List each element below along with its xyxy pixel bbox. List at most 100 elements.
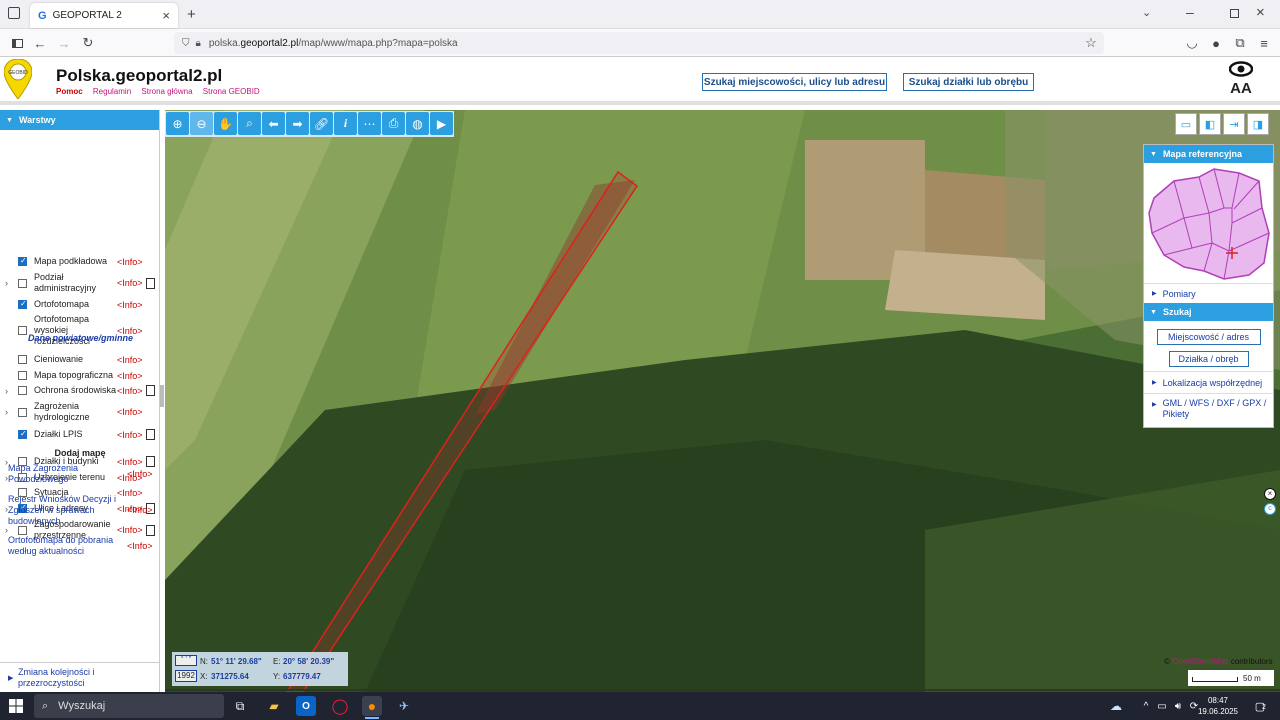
pocket-icon[interactable]: ◡ xyxy=(1183,34,1201,52)
map-view[interactable] xyxy=(165,110,1280,692)
search-address-button[interactable]: Szukaj miejscowości, ulicy lub adresu xyxy=(702,73,887,91)
degree-format-button[interactable]: ° ' " xyxy=(175,655,197,666)
close-window-icon[interactable]: × xyxy=(1256,4,1265,21)
add-map-ortho-info[interactable]: <Info> xyxy=(127,541,153,551)
info-icon[interactable]: i xyxy=(334,112,357,135)
file-explorer-icon[interactable]: ▰ xyxy=(264,696,284,716)
account-icon[interactable]: ● xyxy=(1207,34,1225,52)
home-link[interactable]: Strona główna xyxy=(141,87,192,96)
font-size-toggle[interactable]: AA xyxy=(1228,80,1254,98)
app-icon[interactable]: ✈ xyxy=(394,696,414,716)
layer-row[interactable]: Działki LPIS <Info> xyxy=(0,428,159,441)
expand-arrow-icon[interactable]: › xyxy=(5,386,8,396)
place-address-button[interactable]: Miejscowość / adres xyxy=(1156,329,1261,345)
system-clock[interactable]: 08:47 19.06.2025 xyxy=(1196,695,1240,717)
help-link[interactable]: Pomoc xyxy=(56,87,83,96)
print-icon[interactable]: ⎙ xyxy=(382,112,405,135)
geobid-logo-icon[interactable]: GEOBID xyxy=(4,59,32,99)
globe-icon[interactable]: ◍ xyxy=(406,112,429,135)
layer-row[interactable]: › Zagrożenia hydrologiczne <Info> xyxy=(0,401,159,423)
zoom-in-icon[interactable]: ⊕ xyxy=(166,112,189,135)
layer-info-link[interactable]: <Info> xyxy=(117,457,143,467)
reference-map-header[interactable]: ▼ Mapa referencyjna xyxy=(1144,145,1273,163)
layer-checkbox[interactable] xyxy=(18,407,27,417)
forward-icon[interactable]: → xyxy=(55,34,73,52)
panel-resize-handle[interactable] xyxy=(160,385,164,407)
opera-icon[interactable]: ◯ xyxy=(330,696,350,716)
minimize-icon[interactable]: – xyxy=(1186,4,1194,20)
layer-info-link[interactable]: <Info> xyxy=(117,430,143,440)
layer-checkbox[interactable] xyxy=(18,371,27,380)
geobid-link[interactable]: Strona GEOBID xyxy=(203,87,260,96)
layer-checkbox[interactable] xyxy=(18,355,27,364)
layer-order-link[interactable]: ▶ Zmiana kolejności i przezroczystości xyxy=(0,662,159,692)
layer-row[interactable]: Ortofotomapa <Info> xyxy=(0,298,159,311)
bookmark-star-icon[interactable]: ☆ xyxy=(1082,34,1100,52)
document-icon[interactable] xyxy=(146,524,155,536)
taskbar-search[interactable]: ⌕ Wyszukaj xyxy=(34,694,224,718)
osm-link[interactable]: OpenStreetMap xyxy=(1172,657,1228,666)
weather-icon[interactable]: ☁ xyxy=(1106,696,1126,716)
address-bar[interactable]: ⛉ 🔒︎ polska. geoportal2.pl/map/www/mapa.p… xyxy=(174,32,1104,54)
zoom-out-icon[interactable]: ⊖ xyxy=(190,112,213,135)
add-map-ortho[interactable]: Ortofotomapa do pobrania według aktualno… xyxy=(8,535,118,557)
layout-top-icon[interactable]: ▭ xyxy=(1175,113,1197,135)
parcel-button[interactable]: Działka / obręb xyxy=(1168,351,1249,367)
close-tab-icon[interactable]: × xyxy=(162,8,170,23)
add-map-flood[interactable]: Mapa Zagrożenia Powodziowego xyxy=(8,463,118,485)
browser-tab[interactable]: G GEOPORTAL 2 × xyxy=(30,3,178,28)
layer-info-link[interactable]: <Info> xyxy=(117,386,143,396)
layer-info-link[interactable]: <Info> xyxy=(117,257,143,267)
layer-checkbox[interactable] xyxy=(18,278,27,288)
coordinate-system-button[interactable]: 1992 xyxy=(175,670,197,682)
measure-ruler-icon[interactable]: ⋯ xyxy=(358,112,381,135)
gml-item[interactable]: ▶ GML / WFS / DXF / GPX / Pikiety xyxy=(1144,393,1273,423)
layer-checkbox[interactable] xyxy=(18,429,27,439)
add-map-flood-info[interactable]: <Info> xyxy=(127,469,153,479)
layer-row[interactable]: › Ochrona środowiska <Info> xyxy=(0,384,159,397)
layer-info-link[interactable]: <Info> xyxy=(117,488,143,498)
layer-info-link[interactable]: <Info> xyxy=(117,355,143,365)
search-header[interactable]: ▼ Szukaj xyxy=(1144,303,1273,321)
coordinate-location-item[interactable]: ▶ Lokalizacja współrzędnej xyxy=(1144,371,1273,393)
zoom-extent-icon[interactable]: ⌕ xyxy=(238,112,261,135)
link-icon[interactable]: 🔗︎ xyxy=(310,112,333,135)
close-circle-icon[interactable]: × xyxy=(1264,488,1276,500)
expand-arrow-icon[interactable]: › xyxy=(5,278,8,288)
chevron-down-icon[interactable]: ⌄ xyxy=(1142,6,1151,19)
outlook-icon[interactable]: O xyxy=(296,696,316,716)
layer-checkbox[interactable] xyxy=(18,299,27,309)
document-icon[interactable] xyxy=(146,385,155,396)
layer-row[interactable]: Cieniowanie <Info> xyxy=(0,353,159,366)
layer-info-link[interactable]: <Info> xyxy=(117,407,143,417)
add-map-register[interactable]: Rejestr Wniosków Decyzji i Zgłoszeń w sp… xyxy=(8,494,118,527)
previous-view-icon[interactable]: ⬅ xyxy=(262,112,285,135)
measurements-item[interactable]: ▶ Pomiary xyxy=(1144,283,1273,303)
menu-icon[interactable]: ≡ xyxy=(1255,34,1273,52)
layer-info-link[interactable]: <Info> xyxy=(117,371,143,381)
exit-panel-icon[interactable]: ⇥ xyxy=(1223,113,1245,135)
layer-checkbox[interactable] xyxy=(18,256,27,266)
task-view-icon[interactable]: ⧉ xyxy=(230,696,250,716)
layer-row[interactable]: › Podział administracyjny <Info> xyxy=(0,272,159,294)
layer-info-link[interactable]: <Info> xyxy=(117,278,143,288)
reload-icon[interactable]: ↻ xyxy=(79,34,97,52)
windows-start-icon[interactable] xyxy=(6,696,26,716)
poland-map-icon[interactable] xyxy=(1144,163,1275,283)
restore-icon[interactable] xyxy=(1230,9,1239,18)
next-view-icon[interactable]: ➡ xyxy=(286,112,309,135)
copyright-icon[interactable]: c xyxy=(1264,503,1276,515)
video-icon[interactable]: ▶ xyxy=(430,112,453,135)
search-parcel-button[interactable]: Szukaj działki lub obrębu xyxy=(903,73,1034,91)
expand-arrow-icon[interactable]: › xyxy=(5,407,8,417)
document-icon[interactable] xyxy=(146,429,155,440)
layout-right-icon[interactable]: ◨ xyxy=(1247,113,1269,135)
notifications-icon[interactable]: ▢ xyxy=(1250,696,1270,716)
eye-icon[interactable] xyxy=(1228,61,1254,77)
back-icon[interactable]: ← xyxy=(31,34,49,52)
new-tab-icon[interactable]: + xyxy=(187,6,196,23)
layer-row[interactable]: Mapa podkładowa <Info> xyxy=(0,255,159,268)
pan-hand-icon[interactable]: ✋ xyxy=(214,112,237,135)
layer-row[interactable]: Mapa topograficzna <Info> xyxy=(0,369,159,382)
orthophoto-map[interactable] xyxy=(165,110,1280,692)
